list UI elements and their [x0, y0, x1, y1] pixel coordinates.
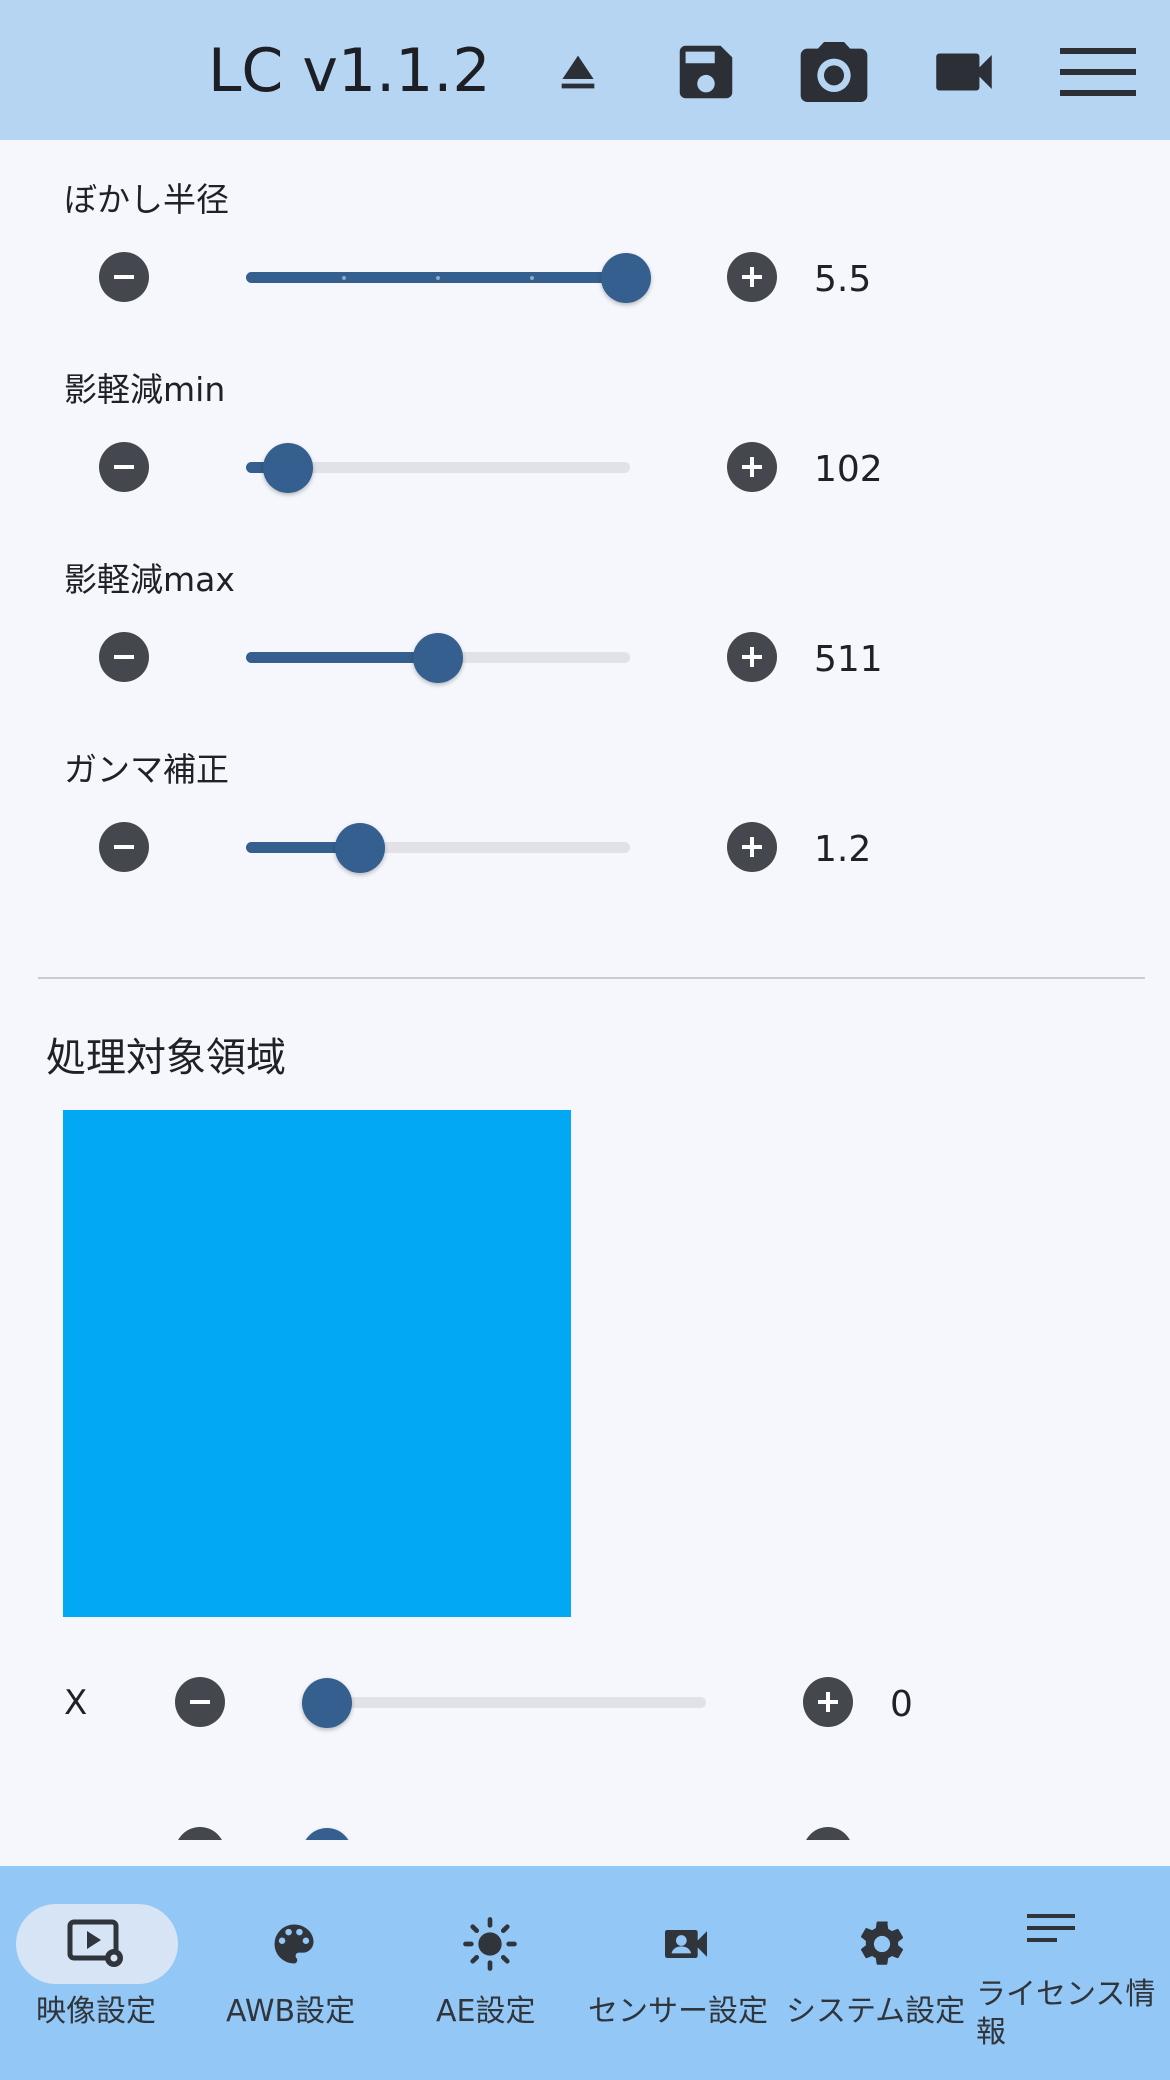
decrement-button[interactable]	[99, 442, 149, 492]
section-divider	[38, 977, 1145, 979]
video-camera-icon[interactable]	[922, 30, 1006, 114]
decrement-button[interactable]	[99, 252, 149, 302]
nav-item-ae-settings[interactable]: AE設定	[392, 1866, 588, 2080]
slider-label-shadow-max: 影軽減max	[64, 560, 235, 599]
increment-button[interactable]	[803, 1827, 853, 1840]
increment-button[interactable]	[727, 822, 777, 872]
notes-icon	[1020, 1896, 1084, 1960]
slider-track[interactable]	[246, 272, 630, 283]
decrement-button[interactable]	[99, 822, 149, 872]
gear-icon	[850, 1912, 914, 1976]
app-title: LC v1.1.2	[208, 36, 491, 106]
video-account-icon	[654, 1912, 718, 1976]
bottom-navigation: 映像設定 AWB設定 AE設定 センサー設定 システム設定 ライセンス情報	[0, 1866, 1170, 2080]
increment-button[interactable]	[803, 1677, 853, 1727]
decrement-button[interactable]	[175, 1677, 225, 1727]
slider-thumb[interactable]	[413, 633, 463, 683]
slider-fill	[246, 652, 438, 663]
nav-label: 映像設定	[36, 1994, 156, 2029]
slider-label-blur-radius: ぼかし半径	[64, 180, 229, 219]
slider-label-shadow-min: 影軽減min	[64, 370, 226, 409]
increment-button[interactable]	[727, 442, 777, 492]
nav-label: AWB設定	[226, 1994, 356, 2029]
decrement-button[interactable]	[175, 1827, 225, 1840]
slider-value: 102	[814, 449, 883, 490]
nav-label: AE設定	[436, 1994, 536, 2029]
nav-item-awb-settings[interactable]: AWB設定	[196, 1866, 392, 2080]
eject-icon[interactable]	[536, 30, 620, 114]
slider-thumb[interactable]	[335, 823, 385, 873]
nav-label: システム設定	[786, 1994, 966, 2029]
slider-track[interactable]	[246, 842, 630, 853]
nav-item-sensor-settings[interactable]: センサー設定	[588, 1866, 784, 2080]
nav-item-video-settings[interactable]: 映像設定	[0, 1866, 196, 2080]
nav-label: ライセンス情報	[976, 1977, 1156, 2050]
save-icon[interactable]	[664, 30, 748, 114]
increment-button[interactable]	[727, 252, 777, 302]
slider-label-gamma: ガンマ補正	[64, 750, 229, 789]
slider-thumb[interactable]	[302, 1678, 352, 1728]
app-header: LC v1.1.2	[0, 0, 1170, 140]
nav-item-license-info[interactable]: ライセンス情報	[976, 1866, 1170, 2080]
nav-label: センサー設定	[588, 1994, 768, 2029]
menu-icon[interactable]	[1056, 30, 1140, 114]
slider-thumb[interactable]	[302, 1828, 352, 1840]
camera-icon[interactable]	[792, 30, 876, 114]
decrement-button[interactable]	[99, 632, 149, 682]
slider-value: 511	[814, 639, 883, 680]
brightness-icon	[458, 1912, 522, 1976]
video-settings-icon	[65, 1912, 129, 1976]
slider-track[interactable]	[302, 1697, 706, 1708]
slider-value: 1.2	[814, 829, 872, 870]
slider-value: 0	[890, 1684, 913, 1725]
region-preview[interactable]	[63, 1110, 571, 1617]
settings-content: ぼかし半径 5.5 影軽減min 102 影軽減max 511 ガンマ補正 1.…	[0, 140, 1170, 1840]
slider-value: 5.5	[814, 259, 872, 300]
increment-button[interactable]	[727, 632, 777, 682]
slider-thumb[interactable]	[263, 443, 313, 493]
x-label: X	[64, 1683, 88, 1723]
nav-item-system-settings[interactable]: システム設定	[784, 1866, 980, 2080]
slider-thumb[interactable]	[601, 253, 651, 303]
palette-icon	[262, 1912, 326, 1976]
section-title-region: 処理対象領域	[46, 1035, 286, 1081]
